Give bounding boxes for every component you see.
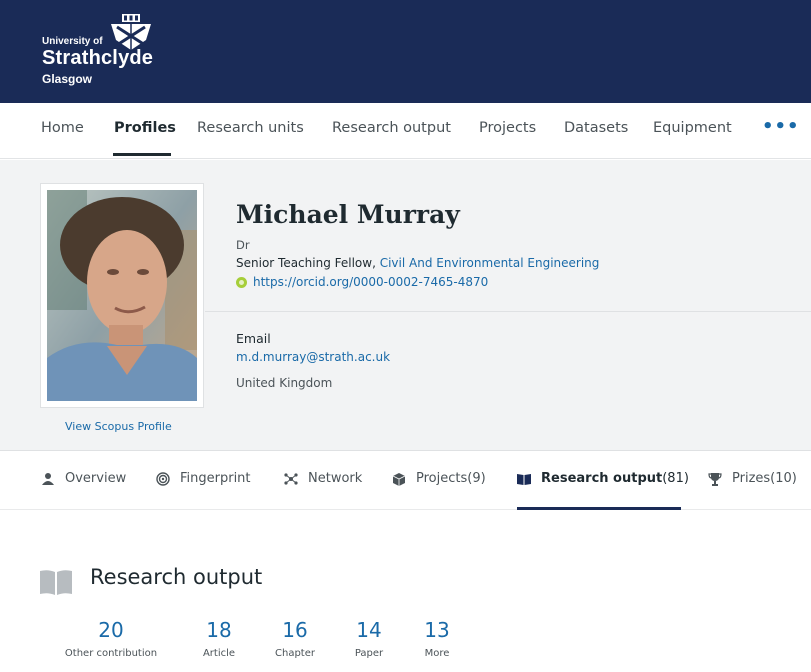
tab-projects[interactable]: Projects (9) (392, 471, 486, 486)
stat-count: 18 (206, 618, 232, 642)
tab-count: (10) (770, 471, 797, 486)
nav-more-button[interactable]: ••• (762, 116, 800, 137)
nav-research-units[interactable]: Research units (197, 120, 304, 136)
profile-photo-frame (40, 183, 204, 408)
scopus-profile-link[interactable]: View Scopus Profile (65, 420, 172, 433)
research-output-heading: Research output (90, 565, 263, 589)
email-label: Email (236, 331, 271, 346)
tab-label: Projects (416, 471, 468, 486)
stat-paper[interactable]: 14 Paper (348, 618, 390, 659)
stat-label: Chapter (275, 648, 315, 659)
profile-honorific: Dr (236, 238, 250, 252)
tab-label: Research output (541, 471, 663, 486)
tab-count: (9) (467, 471, 486, 486)
tab-network[interactable]: Network (284, 471, 362, 486)
nav-datasets[interactable]: Datasets (564, 120, 628, 136)
nav-equipment[interactable]: Equipment (653, 120, 732, 136)
department-link[interactable]: Civil And Environmental Engineering (380, 256, 600, 270)
nav-profiles[interactable]: Profiles (114, 120, 176, 136)
tab-active-indicator (517, 507, 681, 510)
stat-label: More (424, 648, 450, 659)
network-icon (284, 472, 298, 485)
profile-country: United Kingdom (236, 376, 333, 390)
position-title: Senior Teaching Fellow, (236, 256, 380, 270)
tab-count: (81) (662, 471, 689, 486)
profile-name: Michael Murray (236, 200, 460, 229)
nav-research-output[interactable]: Research output (332, 120, 451, 136)
stat-chapter[interactable]: 16 Chapter (268, 618, 322, 659)
stat-count: 20 (98, 618, 124, 642)
email-link[interactable]: m.d.murray@strath.ac.uk (236, 350, 390, 364)
nav-home[interactable]: Home (41, 120, 84, 136)
tab-label: Prizes (732, 471, 771, 486)
main-nav: Home Profiles Research units Research ou… (0, 103, 811, 159)
logo-line-university: University of (42, 36, 103, 47)
tab-overview[interactable]: Overview (41, 471, 126, 486)
stat-other-contribution[interactable]: 20 Other contribution (52, 618, 170, 659)
tab-label: Network (308, 471, 363, 486)
stat-label: Other contribution (64, 648, 158, 659)
profile-tabs: Overview Fingerprint Network Projects (9… (0, 450, 811, 510)
logo-line-glasgow: Glasgow (42, 72, 93, 86)
profile-photo (47, 190, 197, 401)
book-icon (517, 473, 531, 485)
logo-line-strathclyde: Strathclyde (42, 47, 154, 69)
profile-divider (205, 311, 811, 312)
tab-fingerprint[interactable]: Fingerprint (156, 471, 251, 486)
box-icon (392, 472, 406, 486)
person-icon (42, 472, 54, 485)
nav-active-indicator (113, 153, 171, 156)
tab-prizes[interactable]: Prizes (10) (708, 471, 797, 486)
nav-projects[interactable]: Projects (479, 120, 536, 136)
book-icon (40, 570, 72, 595)
stat-count: 16 (282, 618, 308, 642)
stat-count: 13 (424, 618, 450, 642)
stat-article[interactable]: 18 Article (196, 618, 242, 659)
orcid-row: https://orcid.org/0000-0002-7465-4870 (236, 275, 488, 289)
orcid-icon (236, 276, 247, 288)
crest-icon (111, 14, 151, 50)
stat-label: Paper (354, 648, 384, 659)
profile-position: Senior Teaching Fellow, Civil And Enviro… (236, 256, 599, 270)
orcid-link[interactable]: https://orcid.org/0000-0002-7465-4870 (253, 275, 488, 289)
tab-research-output[interactable]: Research output (81) (517, 471, 689, 486)
tab-label: Fingerprint (180, 471, 251, 486)
stat-label: Article (202, 648, 236, 659)
site-header: University of Strathclyde Glasgow (0, 0, 811, 103)
stat-count: 14 (356, 618, 382, 642)
tab-label: Overview (65, 471, 127, 486)
stat-more[interactable]: 13 More (416, 618, 458, 659)
fingerprint-icon (156, 471, 170, 486)
trophy-icon (708, 472, 722, 486)
